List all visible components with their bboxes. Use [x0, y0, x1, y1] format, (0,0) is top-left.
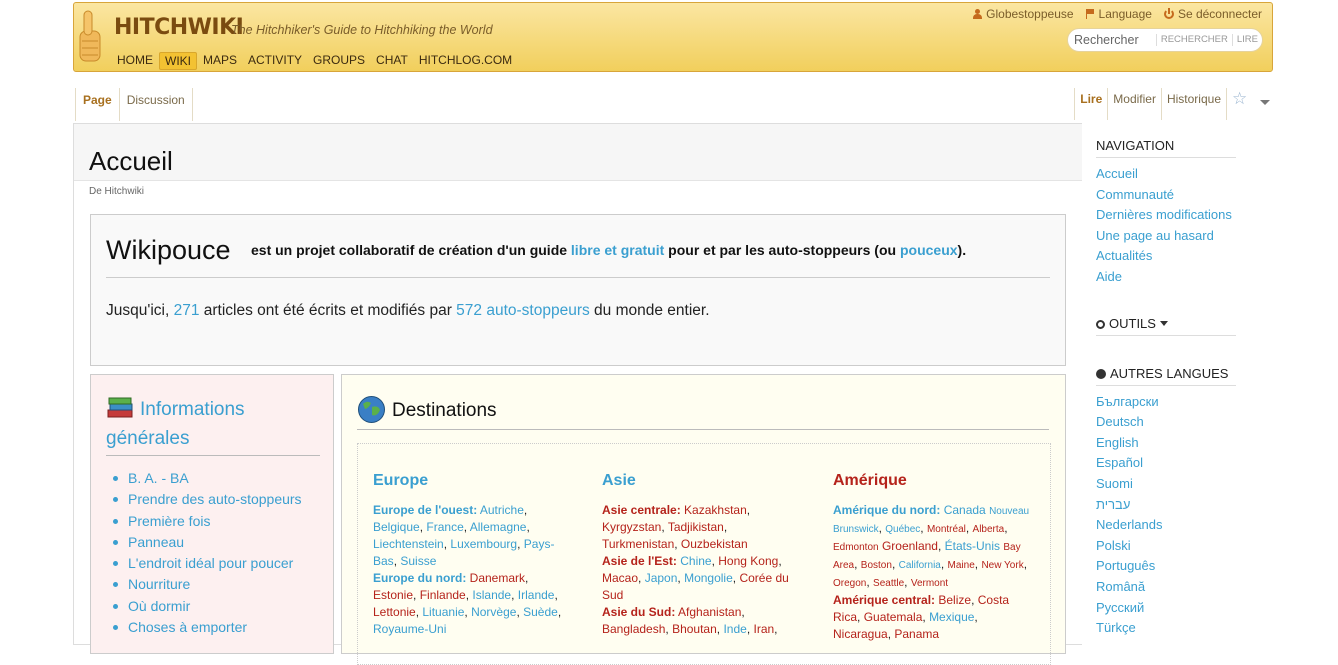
watch-star-icon[interactable]: ☆	[1232, 90, 1250, 108]
list-item[interactable]: Où dormir	[113, 596, 302, 617]
logout-link[interactable]: Se déconnecter	[1163, 7, 1262, 21]
intro-stats: Jusqu'ici, 271 articles ont été écrits e…	[106, 302, 710, 319]
search-input[interactable]: Rechercher	[1068, 33, 1156, 47]
language-link[interactable]: English	[1096, 433, 1236, 454]
more-dropdown-icon[interactable]	[1260, 100, 1270, 105]
language-link[interactable]: עברית	[1096, 495, 1236, 516]
language-link[interactable]: Română	[1096, 577, 1236, 598]
site-logo[interactable]: HITCHWIKI	[114, 15, 244, 40]
general-info-heading[interactable]: Informations générales	[106, 395, 320, 456]
page-tabs: Page Discussion	[75, 88, 193, 121]
user-tools: Globestoppeuse Language Se déconnecter	[973, 7, 1262, 21]
nav-hitchlog[interactable]: HITCHLOG.COM	[414, 52, 517, 70]
sidebar-item-accueil[interactable]: Accueil	[1096, 164, 1236, 185]
intro-description: est un projet collaboratif de création d…	[251, 242, 967, 258]
gear-icon	[1096, 319, 1105, 329]
books-icon	[107, 397, 133, 418]
nav-wiki[interactable]: WIKI	[159, 52, 197, 70]
nav-activity[interactable]: ACTIVITY	[243, 52, 307, 70]
asia-column: Asie Asie centrale: Kazakhstan, Kyrgyzst…	[602, 472, 802, 638]
language-link[interactable]: Русский	[1096, 598, 1236, 619]
europe-heading[interactable]: Europe	[373, 472, 573, 489]
user-link[interactable]: Globestoppeuse	[973, 7, 1074, 21]
site-tagline: The Hitchhiker's Guide to Hitchhiking th…	[231, 23, 493, 37]
language-link[interactable]: Deutsch	[1096, 412, 1236, 433]
main-nav: HOME WIKI MAPS ACTIVITY GROUPS CHAT HITC…	[112, 52, 518, 70]
power-icon	[1163, 8, 1174, 19]
search-button[interactable]: RECHERCHER	[1155, 34, 1232, 46]
language-link[interactable]: Language	[1085, 7, 1152, 21]
chevron-down-icon	[1159, 320, 1168, 326]
sidebar-item-recent-changes[interactable]: Dernières modifications	[1096, 205, 1236, 226]
destinations-heading: Destinations	[357, 395, 1049, 430]
page-subtitle: De Hitchwiki	[89, 186, 145, 197]
sidebar-languages-heading: AUTRES LANGUES	[1096, 358, 1236, 386]
tab-page[interactable]: Page	[75, 88, 120, 121]
nav-groups[interactable]: GROUPS	[308, 52, 370, 70]
tab-edit[interactable]: Modifier	[1108, 88, 1162, 120]
intro-divider	[106, 277, 1050, 278]
language-link[interactable]: Suomi	[1096, 474, 1236, 495]
language-link[interactable]: Nederlands	[1096, 515, 1236, 536]
view-tabs: Lire Modifier Historique ☆	[1074, 88, 1270, 120]
free-link[interactable]: libre et gratuit	[571, 242, 664, 258]
language-link[interactable]: Polski	[1096, 536, 1236, 557]
globe-icon	[1096, 368, 1106, 379]
destinations-box: Destinations Europe Europe de l'ouest: A…	[341, 374, 1066, 665]
list-item[interactable]: B. A. - BA	[113, 468, 302, 489]
title-bar	[74, 124, 1082, 181]
list-item[interactable]: Première fois	[113, 511, 302, 532]
nav-chat[interactable]: CHAT	[371, 52, 413, 70]
users-count-link[interactable]: 572 auto-stoppeurs	[456, 302, 590, 319]
general-info-list: B. A. - BA Prendre des auto-stoppeurs Pr…	[113, 468, 302, 638]
wikipouce-title: Wikipouce	[106, 235, 231, 265]
pouceux-link[interactable]: pouceux	[900, 242, 958, 258]
articles-count-link[interactable]: 271	[174, 302, 200, 319]
read-button[interactable]: LIRE	[1231, 34, 1262, 46]
sidebar-item-random[interactable]: Une page au hasard	[1096, 226, 1236, 247]
nav-maps[interactable]: MAPS	[198, 52, 242, 70]
flag-icon	[1085, 9, 1095, 19]
america-column: Amérique Amérique du nord: Canada Nouvea…	[833, 472, 1033, 643]
page-title: Accueil	[89, 146, 173, 176]
nav-home[interactable]: HOME	[112, 52, 158, 70]
search-box: Rechercher RECHERCHER LIRE	[1067, 28, 1263, 52]
list-item[interactable]: L'endroit idéal pour poucer	[113, 553, 302, 574]
europe-column: Europe Europe de l'ouest: Autriche, Belg…	[373, 472, 573, 638]
sidebar: NAVIGATION Accueil Communauté Dernières …	[1096, 130, 1236, 639]
globe-icon	[358, 396, 385, 423]
list-item[interactable]: Prendre des auto-stoppeurs	[113, 489, 302, 510]
tab-read[interactable]: Lire	[1074, 88, 1109, 120]
list-item[interactable]: Nourriture	[113, 574, 302, 595]
general-info-box: Informations générales B. A. - BA Prendr…	[90, 374, 334, 654]
intro-box: Wikipouce est un projet collaboratif de …	[90, 214, 1066, 366]
asia-heading[interactable]: Asie	[602, 472, 802, 489]
list-item[interactable]: Panneau	[113, 532, 302, 553]
destinations-grid: Europe Europe de l'ouest: Autriche, Belg…	[357, 443, 1051, 665]
tab-history[interactable]: Historique	[1162, 88, 1227, 120]
user-icon	[973, 9, 983, 19]
sidebar-navigation-heading: NAVIGATION	[1096, 130, 1236, 158]
sidebar-item-communaute[interactable]: Communauté	[1096, 185, 1236, 206]
language-link[interactable]: Español	[1096, 453, 1236, 474]
language-link[interactable]: Português	[1096, 556, 1236, 577]
sidebar-tools-heading[interactable]: OUTILS	[1096, 308, 1236, 336]
site-header: HITCHWIKI The Hitchhiker's Guide to Hitc…	[73, 2, 1273, 72]
sidebar-item-news[interactable]: Actualités	[1096, 246, 1236, 267]
tab-discussion[interactable]: Discussion	[120, 88, 193, 121]
language-link[interactable]: Български	[1096, 392, 1236, 413]
america-heading[interactable]: Amérique	[833, 472, 1033, 489]
list-item[interactable]: Choses à emporter	[113, 617, 302, 638]
main-content: Accueil De Hitchwiki Wikipouce est un pr…	[73, 123, 1082, 665]
sidebar-item-help[interactable]: Aide	[1096, 267, 1236, 288]
thumbs-up-logo-icon[interactable]	[74, 9, 104, 67]
